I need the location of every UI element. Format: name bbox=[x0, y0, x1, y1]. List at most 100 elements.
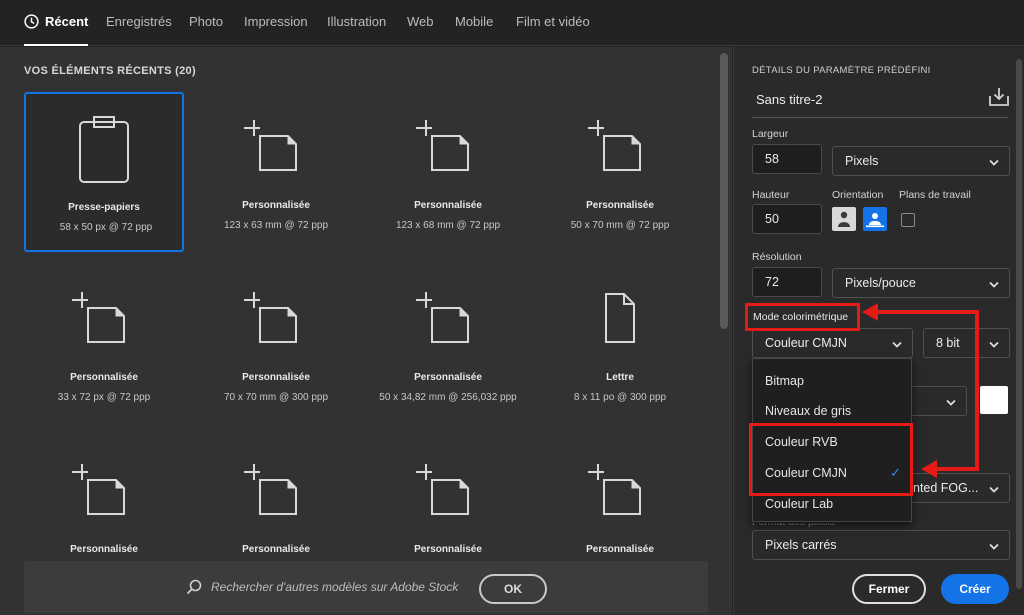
annotation-arrow-shaft bbox=[936, 467, 979, 471]
preset-card-name: Lettre bbox=[606, 372, 634, 383]
preset-card-dimensions: 70 x 70 mm @ 300 ppp bbox=[223, 392, 329, 403]
color-mode-select[interactable]: Couleur CMJN bbox=[752, 328, 913, 358]
height-input[interactable]: 50 bbox=[752, 204, 822, 234]
tab-web[interactable]: Web bbox=[407, 14, 434, 46]
clock-icon bbox=[24, 14, 39, 32]
search-icon bbox=[186, 579, 202, 600]
color-mode-value: Couleur CMJN bbox=[765, 336, 847, 350]
preset-card-name: Personnalisée bbox=[242, 200, 310, 211]
annotation-arrowhead-left bbox=[921, 460, 937, 478]
section-title-text: VOS ÉLÉMENTS RÉCENTS bbox=[24, 65, 172, 77]
annotation-arrow-shaft bbox=[877, 310, 979, 314]
recent-items-grid: Presse-papiers 58 x 50 px @ 72 ppp Personn… bbox=[24, 92, 716, 562]
chevron-down-icon bbox=[989, 338, 999, 352]
preset-card-name: Personnalisée bbox=[242, 372, 310, 383]
preset-card[interactable]: Personnalisée bbox=[540, 436, 700, 562]
stock-search-input[interactable]: Rechercher d'autres modèles sur Adobe St… bbox=[211, 580, 458, 594]
preset-card-dimensions: 58 x 50 px @ 72 ppp bbox=[59, 222, 153, 233]
tab-mobile[interactable]: Mobile bbox=[455, 14, 493, 46]
preset-card[interactable]: Presse-papiers 58 x 50 px @ 72 ppp bbox=[24, 92, 184, 252]
resolution-input[interactable]: 72 bbox=[752, 267, 822, 297]
preset-card[interactable]: Personnalisée bbox=[368, 436, 528, 562]
preset-card[interactable]: Personnalisée 123 x 68 mm @ 72 ppp bbox=[368, 92, 528, 252]
resolution-unit-value: Pixels/pouce bbox=[845, 276, 916, 290]
width-label: Largeur bbox=[752, 128, 789, 140]
annotation-arrow-shaft bbox=[975, 310, 979, 471]
section-title: VOS ÉLÉMENTS RÉCENTS (20) bbox=[24, 65, 196, 77]
width-input[interactable]: 58 bbox=[752, 144, 822, 174]
preset-card[interactable]: Personnalisée 50 x 70 mm @ 72 ppp bbox=[540, 92, 700, 252]
landscape-orientation-button[interactable] bbox=[863, 207, 887, 231]
tab-illustration[interactable]: Illustration bbox=[327, 14, 386, 46]
preset-card[interactable]: Personnalisée 70 x 70 mm @ 300 ppp bbox=[196, 264, 356, 424]
tab-film-video[interactable]: Film et vidéo bbox=[516, 14, 590, 46]
recent-items-panel: VOS ÉLÉMENTS RÉCENTS (20) Presse-papiers… bbox=[0, 47, 732, 615]
tab-photo[interactable]: Photo bbox=[189, 14, 223, 46]
chevron-down-icon bbox=[989, 483, 999, 497]
tab-recent-label: Récent bbox=[45, 14, 89, 29]
annotation-box-rgb-cmyk bbox=[749, 423, 913, 496]
create-button[interactable]: Créer bbox=[941, 574, 1009, 604]
preset-card-name: Personnalisée bbox=[70, 372, 138, 383]
pixel-aspect-value: Pixels carrés bbox=[765, 538, 837, 552]
preset-card-dimensions: 50 x 34,82 mm @ 256,032 ppp bbox=[379, 392, 517, 403]
preset-card-name: Presse-papiers bbox=[68, 202, 140, 213]
preset-card-name: Personnalisée bbox=[242, 544, 310, 555]
portrait-orientation-button[interactable] bbox=[832, 207, 856, 231]
height-label: Hauteur bbox=[752, 189, 790, 201]
ok-button[interactable]: OK bbox=[479, 574, 547, 604]
width-unit-value: Pixels bbox=[845, 154, 879, 168]
preset-card-name: Personnalisée bbox=[586, 544, 654, 555]
menu-item-grayscale[interactable]: Niveaux de gris bbox=[753, 396, 911, 426]
background-color-swatch[interactable] bbox=[980, 386, 1008, 414]
preset-name-field[interactable]: Sans titre-2 bbox=[756, 92, 822, 107]
chevron-down-icon bbox=[892, 338, 902, 352]
details-title: DÉTAILS DU PARAMÈTRE PRÉDÉFINI bbox=[752, 65, 931, 76]
annotation-arrowhead-left bbox=[862, 303, 878, 321]
preset-card[interactable]: Personnalisée 50 x 34,82 mm @ 256,032 ppp bbox=[368, 264, 528, 424]
close-button[interactable]: Fermer bbox=[852, 574, 926, 604]
stock-search-bar: Rechercher d'autres modèles sur Adobe St… bbox=[24, 561, 708, 613]
chevron-down-icon bbox=[946, 396, 956, 410]
chevron-down-icon bbox=[989, 156, 999, 170]
preset-card-dimensions: 33 x 72 px @ 72 ppp bbox=[57, 392, 151, 403]
orientation-label: Orientation bbox=[832, 189, 884, 201]
preset-card-dimensions: 123 x 68 mm @ 72 ppp bbox=[395, 220, 501, 231]
chevron-down-icon bbox=[989, 540, 999, 554]
preset-card-name: Personnalisée bbox=[414, 200, 482, 211]
recent-count: (20) bbox=[175, 65, 196, 77]
preset-card[interactable]: Personnalisée bbox=[24, 436, 184, 562]
preset-card-dimensions: 123 x 63 mm @ 72 ppp bbox=[223, 220, 329, 231]
preset-card-name: Personnalisée bbox=[586, 200, 654, 211]
category-tabs: Récent Enregistrés Photo Impression Illu… bbox=[0, 0, 1024, 46]
preset-card-name: Personnalisée bbox=[70, 544, 138, 555]
preset-card[interactable]: Personnalisée 33 x 72 px @ 72 ppp bbox=[24, 264, 184, 424]
save-preset-icon[interactable] bbox=[988, 87, 1010, 112]
width-unit-select[interactable]: Pixels bbox=[832, 146, 1010, 176]
menu-item-bitmap[interactable]: Bitmap bbox=[753, 366, 911, 396]
tab-print[interactable]: Impression bbox=[244, 14, 308, 46]
resolution-unit-select[interactable]: Pixels/pouce bbox=[832, 268, 1010, 298]
preset-card-name: Personnalisée bbox=[414, 372, 482, 383]
pixel-aspect-select[interactable]: Pixels carrés bbox=[752, 530, 1010, 560]
tab-recent[interactable]: Récent bbox=[24, 14, 89, 46]
bit-depth-select[interactable]: 8 bit bbox=[923, 328, 1010, 358]
preset-card-name: Personnalisée bbox=[414, 544, 482, 555]
tab-saved[interactable]: Enregistrés bbox=[106, 14, 172, 46]
preset-card[interactable]: Lettre 8 x 11 po @ 300 ppp bbox=[540, 264, 700, 424]
preset-card[interactable]: Personnalisée 123 x 63 mm @ 72 ppp bbox=[196, 92, 356, 252]
annotation-box-color-mode-label bbox=[745, 303, 860, 331]
preset-card-dimensions: 50 x 70 mm @ 72 ppp bbox=[570, 220, 670, 231]
color-profile-value: nted FOG... bbox=[913, 481, 979, 495]
chevron-down-icon bbox=[989, 278, 999, 292]
artboards-checkbox[interactable] bbox=[901, 213, 915, 227]
preset-details-panel: DÉTAILS DU PARAMÈTRE PRÉDÉFINI Sans titr… bbox=[733, 47, 1024, 615]
details-scrollbar[interactable] bbox=[1016, 59, 1022, 589]
preset-card-dimensions: 8 x 11 po @ 300 ppp bbox=[573, 392, 667, 403]
artboards-label: Plans de travail bbox=[899, 189, 971, 201]
preset-card[interactable]: Personnalisée bbox=[196, 436, 356, 562]
resolution-label: Résolution bbox=[752, 251, 802, 263]
content-scrollbar[interactable] bbox=[720, 53, 728, 329]
bit-depth-value: 8 bit bbox=[936, 336, 960, 350]
preset-name-underline bbox=[752, 117, 1008, 118]
